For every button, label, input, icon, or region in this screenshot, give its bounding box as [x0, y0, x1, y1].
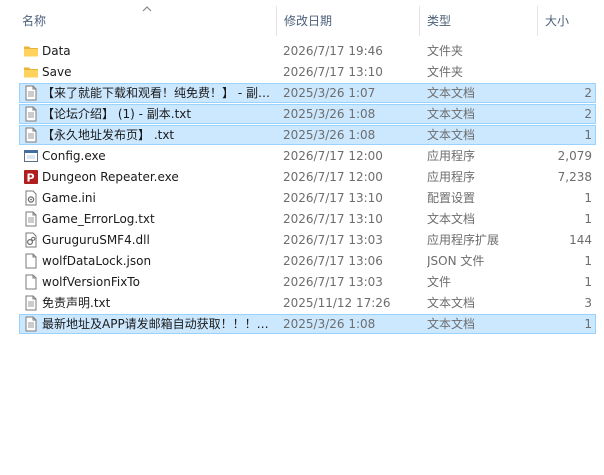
- file-size: 1: [584, 254, 592, 268]
- file-modified-date: 2025/3/26 1:07: [283, 86, 376, 100]
- text-file-icon: [23, 316, 39, 332]
- text-file-icon: [23, 85, 39, 101]
- file-name: GuruguruSMF4.dll: [42, 233, 150, 247]
- file-size: 1: [584, 275, 592, 289]
- file-name: 【永久地址发布页】 .txt: [42, 128, 175, 142]
- column-divider[interactable]: [419, 6, 420, 36]
- file-type: 应用程序: [427, 149, 476, 163]
- file-row[interactable]: wolfDataLock.json 2026/7/17 13:06 JSON 文件 1: [19, 251, 596, 271]
- file-modified-date: 2026/7/17 13:10: [283, 65, 383, 79]
- sort-ascending-icon[interactable]: [142, 4, 152, 14]
- file-size: 1: [584, 317, 592, 331]
- file-name: Save: [42, 65, 72, 79]
- file-type: 文本文档: [427, 86, 476, 100]
- file-size: 1: [584, 128, 592, 142]
- file-name: 免责声明.txt: [42, 296, 111, 310]
- game-app-icon: P: [23, 169, 39, 185]
- text-file-icon: [23, 295, 39, 311]
- blank-file-icon: [23, 253, 39, 269]
- file-row[interactable]: Save 2026/7/17 13:10 文件夹: [19, 62, 596, 82]
- file-type: 文本文档: [427, 317, 476, 331]
- folder-icon: [23, 43, 39, 59]
- file-size: 1: [584, 191, 592, 205]
- file-name: 【论坛介绍】 (1) - 副本.txt: [42, 107, 192, 121]
- file-row[interactable]: 【永久地址发布页】 .txt 2025/3/26 1:08 文本文档 1: [19, 125, 596, 145]
- file-row[interactable]: Config.exe 2026/7/17 12:00 应用程序 2,079: [19, 146, 596, 166]
- file-modified-date: 2026/7/17 13:10: [283, 212, 383, 226]
- column-divider[interactable]: [537, 6, 538, 36]
- file-modified-date: 2025/3/26 1:08: [283, 128, 376, 142]
- file-type: 文件: [427, 275, 452, 289]
- file-name: Data: [42, 44, 71, 58]
- file-modified-date: 2026/7/17 13:10: [283, 191, 383, 205]
- file-name: Game_ErrorLog.txt: [42, 212, 155, 226]
- file-row[interactable]: 免责声明.txt 2025/11/12 17:26 文本文档 3: [19, 293, 596, 313]
- text-file-icon: [23, 211, 39, 227]
- file-modified-date: 2026/7/17 13:03: [283, 275, 383, 289]
- file-name: wolfDataLock.json: [42, 254, 152, 268]
- column-header-bar: 名称 修改日期 类型 大小: [0, 0, 604, 40]
- file-size: 2: [584, 86, 592, 100]
- text-file-icon: [23, 127, 39, 143]
- file-name: wolfVersionFixTo: [42, 275, 140, 289]
- file-size: 7,238: [557, 170, 592, 184]
- file-modified-date: 2025/3/26 1:08: [283, 317, 376, 331]
- file-type: 文本文档: [427, 107, 476, 121]
- file-row[interactable]: Game.ini 2026/7/17 13:10 配置设置 1: [19, 188, 596, 208]
- file-modified-date: 2025/3/26 1:08: [283, 107, 376, 121]
- settings-file-icon: [23, 190, 39, 206]
- file-type: 文件夹: [427, 65, 464, 79]
- file-name: Game.ini: [42, 191, 96, 205]
- file-row[interactable]: wolfVersionFixTo 2026/7/17 13:03 文件 1: [19, 272, 596, 292]
- file-row[interactable]: 【来了就能下载和观看！纯免费！】 - 副… 2025/3/26 1:07 文本文档 2: [19, 83, 596, 103]
- file-type: 应用程序: [427, 170, 476, 184]
- file-type: 配置设置: [427, 191, 476, 205]
- dll-file-icon: [23, 232, 39, 248]
- file-modified-date: 2026/7/17 19:46: [283, 44, 383, 58]
- file-type: 文本文档: [427, 128, 476, 142]
- file-row[interactable]: Data 2026/7/17 19:46 文件夹: [19, 41, 596, 61]
- file-type: 文本文档: [427, 212, 476, 226]
- file-row[interactable]: 【论坛介绍】 (1) - 副本.txt 2025/3/26 1:08 文本文档 2: [19, 104, 596, 124]
- text-file-icon: [23, 106, 39, 122]
- column-header-name[interactable]: 名称: [22, 0, 46, 40]
- column-header-size[interactable]: 大小: [545, 0, 569, 40]
- file-size: 2,079: [557, 149, 592, 163]
- file-size: [537, 42, 592, 61]
- file-modified-date: 2026/7/17 12:00: [283, 149, 383, 163]
- file-type: 文本文档: [427, 296, 476, 310]
- file-size: 3: [584, 296, 592, 310]
- file-type: JSON 文件: [427, 254, 485, 268]
- file-modified-date: 2026/7/17 13:03: [283, 233, 383, 247]
- file-size: [537, 63, 592, 82]
- svg-text:P: P: [27, 172, 35, 185]
- folder-icon: [23, 64, 39, 80]
- column-divider[interactable]: [276, 6, 277, 36]
- column-header-date[interactable]: 修改日期: [284, 0, 332, 40]
- file-row[interactable]: P Dungeon Repeater.exe 2026/7/17 12:00 应用程…: [19, 167, 596, 187]
- file-name: Dungeon Repeater.exe: [42, 170, 179, 184]
- file-size: 2: [584, 107, 592, 121]
- file-size: 1: [584, 212, 592, 226]
- column-header-type[interactable]: 类型: [427, 0, 451, 40]
- config-app-icon: [23, 148, 39, 164]
- file-type: 应用程序扩展: [427, 233, 500, 247]
- file-modified-date: 2025/11/12 17:26: [283, 296, 391, 310]
- file-row[interactable]: GuruguruSMF4.dll 2026/7/17 13:03 应用程序扩展 144: [19, 230, 596, 250]
- file-modified-date: 2026/7/17 13:06: [283, 254, 383, 268]
- file-name: 【来了就能下载和观看！纯免费！】 - 副…: [42, 86, 270, 100]
- file-modified-date: 2026/7/17 12:00: [283, 170, 383, 184]
- file-size: 144: [569, 233, 592, 247]
- file-row[interactable]: 最新地址及APP请发邮箱自动获取！！！… 2025/3/26 1:08 文本文档 1: [19, 314, 596, 334]
- file-name: Config.exe: [42, 149, 106, 163]
- file-name: 最新地址及APP请发邮箱自动获取！！！…: [42, 317, 269, 331]
- file-row[interactable]: Game_ErrorLog.txt 2026/7/17 13:10 文本文档 1: [19, 209, 596, 229]
- file-type: 文件夹: [427, 44, 464, 58]
- blank-file-icon: [23, 274, 39, 290]
